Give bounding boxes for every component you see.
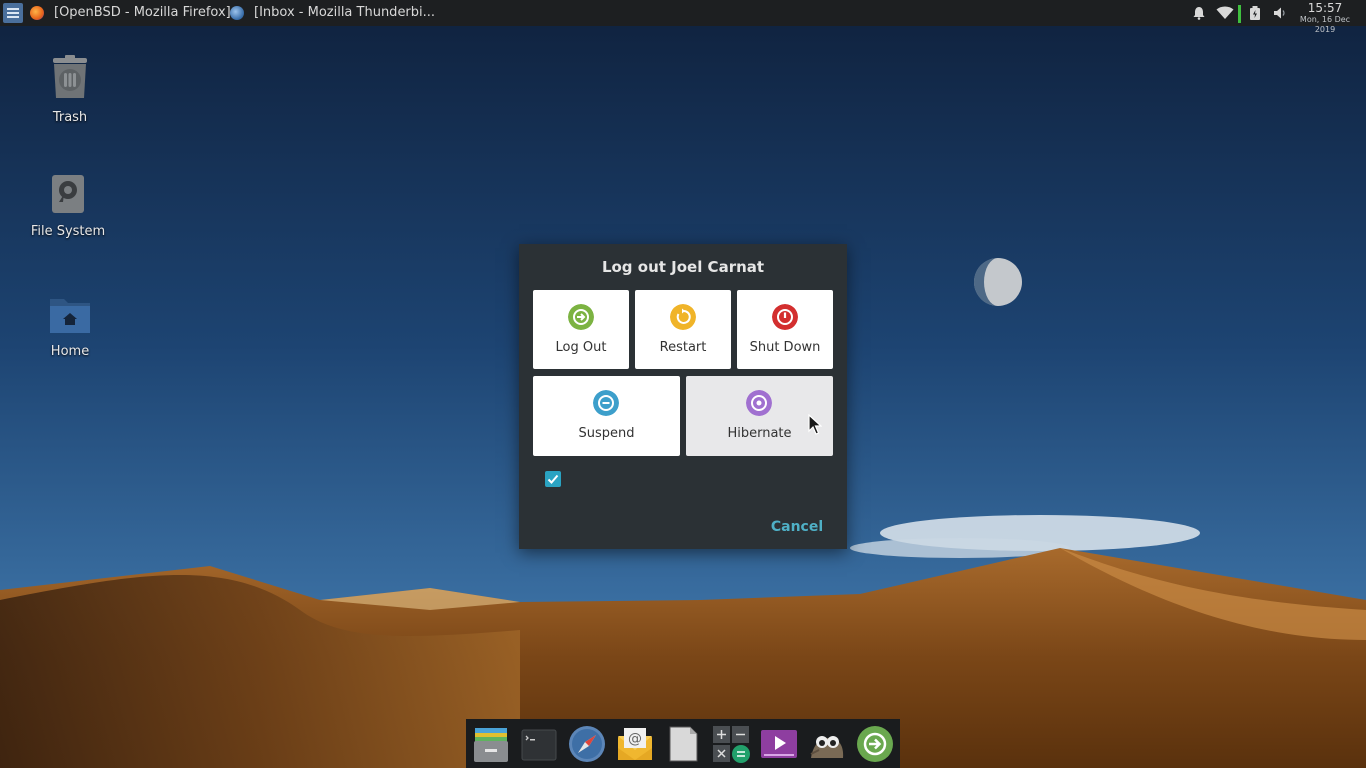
action-label: Restart	[659, 340, 707, 355]
restart-button[interactable]: Restart	[635, 290, 731, 369]
checkmark-icon	[547, 474, 559, 484]
taskbar-item-firefox[interactable]: [OpenBSD - Mozilla Firefox]	[30, 0, 231, 26]
applications-menu-button[interactable]	[3, 3, 23, 23]
clock-time: 15:57	[1307, 1, 1343, 15]
trash-icon	[53, 55, 87, 98]
desktop-icon-label: File System	[30, 224, 106, 239]
power-icon	[772, 304, 798, 330]
home-folder-icon	[50, 299, 90, 333]
restart-icon	[670, 304, 696, 330]
cancel-button[interactable]: Cancel	[762, 514, 832, 540]
top-panel: [OpenBSD - Mozilla Firefox] [Inbox - Moz…	[0, 0, 1366, 34]
suspend-icon	[593, 390, 619, 416]
terminal-icon[interactable]	[519, 724, 559, 764]
document-icon[interactable]	[663, 724, 703, 764]
action-label: Shut Down	[749, 340, 821, 355]
gimp-icon[interactable]	[807, 724, 847, 764]
action-label: Log Out	[555, 340, 607, 355]
file-manager-icon[interactable]	[471, 724, 511, 764]
mail-icon[interactable]: @	[615, 724, 655, 764]
thunderbird-icon	[230, 6, 244, 20]
shut-down-button[interactable]: Shut Down	[737, 290, 833, 369]
clock-date: Mon, 16 Dec 2019	[1299, 15, 1351, 34]
suspend-button[interactable]: Suspend	[533, 376, 680, 456]
firefox-icon	[30, 6, 44, 20]
action-label: Suspend	[578, 426, 635, 441]
dock: @	[466, 719, 900, 768]
wifi-icon[interactable]	[1216, 6, 1234, 20]
taskbar-item-label: [Inbox - Mozilla Thunderbi...	[254, 5, 436, 20]
bell-icon[interactable]	[1192, 6, 1206, 20]
web-browser-icon[interactable]	[567, 724, 607, 764]
desktop-icon-file-system[interactable]: File System	[18, 174, 118, 239]
taskbar-item-thunderbird[interactable]: [Inbox - Mozilla Thunderbi...	[230, 0, 435, 26]
dialog-title: Log out Joel Carnat	[601, 258, 765, 276]
volume-icon[interactable]	[1273, 6, 1287, 20]
logout-app-icon[interactable]	[855, 724, 895, 764]
desktop-icon-home[interactable]: Home	[20, 296, 120, 359]
hibernate-icon	[746, 390, 772, 416]
battery-icon[interactable]	[1249, 6, 1261, 20]
desktop-icon-label: Trash	[52, 110, 88, 125]
taskbar-item-label: [OpenBSD - Mozilla Firefox]	[54, 5, 231, 20]
svg-text:@: @	[628, 731, 642, 747]
logout-button[interactable]: Log Out	[533, 290, 629, 369]
desktop-icon-label: Home	[50, 344, 90, 359]
desktop-icon-trash[interactable]: Trash	[20, 54, 120, 125]
media-player-icon[interactable]	[759, 724, 799, 764]
panel-clock[interactable]: 15:57 Mon, 16 Dec 2019	[1290, 1, 1360, 35]
signal-indicator	[1238, 5, 1241, 23]
mouse-pointer-icon	[808, 414, 822, 435]
calculator-icon[interactable]	[711, 724, 751, 764]
drive-icon	[52, 175, 84, 213]
save-session-checkbox[interactable]	[545, 471, 561, 487]
logout-icon	[568, 304, 594, 330]
